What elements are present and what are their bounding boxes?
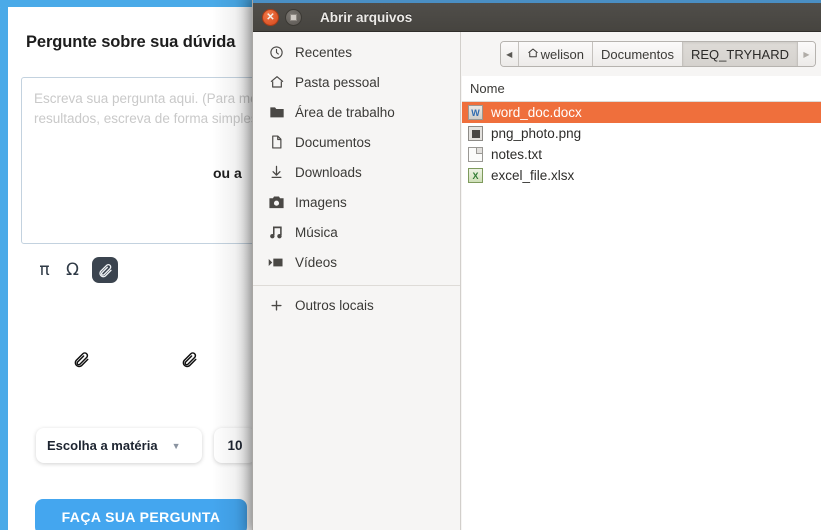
or-attach-label: ou a	[213, 165, 242, 181]
clock-icon	[268, 44, 285, 61]
home-icon	[268, 74, 285, 91]
excel-file-icon: X	[468, 168, 483, 183]
breadcrumb-item-label: welison	[540, 46, 584, 62]
text-file-icon	[468, 147, 483, 162]
file-name: png_photo.png	[491, 126, 582, 141]
close-icon: ✕	[266, 11, 275, 23]
file-list[interactable]: Nome W word_doc.docx png_photo.png notes…	[462, 76, 821, 530]
sidebar-item-label: Música	[295, 224, 338, 240]
submit-question-label: FAÇA SUA PERGUNTA	[61, 509, 221, 525]
pathbar-scroll-right-button[interactable]: ▶	[797, 42, 815, 66]
file-row-png-photo[interactable]: png_photo.png	[462, 123, 821, 144]
chevron-left-icon: ◀	[506, 49, 513, 59]
editor-toolbar: π Ω	[36, 257, 118, 283]
screen: Pergunte sobre sua dúvida Escreva sua pe…	[0, 0, 821, 530]
sidebar-item-label: Downloads	[295, 164, 362, 180]
folder-icon	[268, 104, 285, 121]
file-name: excel_file.xlsx	[491, 168, 575, 183]
sidebar-item-documentos[interactable]: Documentos	[253, 127, 460, 157]
sidebar-item-imagens[interactable]: Imagens	[253, 187, 460, 217]
maximize-button[interactable]	[285, 8, 302, 26]
sidebar-item-area-de-trabalho[interactable]: Área de trabalho	[253, 97, 460, 127]
column-header-name[interactable]: Nome	[462, 76, 821, 102]
open-files-dialog: ✕ Abrir arquivos Recentes Pasta pessoal …	[252, 0, 821, 530]
submit-question-button[interactable]: FAÇA SUA PERGUNTA	[35, 499, 247, 530]
home-icon	[527, 47, 539, 61]
sidebar-item-label: Outros locais	[295, 297, 374, 313]
dialog-title: Abrir arquivos	[320, 9, 413, 25]
word-file-icon: W	[468, 105, 483, 120]
attach-file-button[interactable]	[92, 257, 118, 283]
sidebar-item-label: Imagens	[295, 194, 347, 210]
chevron-right-icon: ▶	[803, 49, 810, 59]
sidebar-item-label: Recentes	[295, 44, 353, 60]
sidebar-item-recentes[interactable]: Recentes	[253, 37, 460, 67]
breadcrumb-item-documentos[interactable]: Documentos	[593, 42, 683, 66]
sidebar-item-label: Vídeos	[295, 254, 338, 270]
file-row-notes-txt[interactable]: notes.txt	[462, 144, 821, 165]
file-name: notes.txt	[491, 147, 543, 162]
page-left-accent-stripe	[0, 0, 8, 530]
attach-slot-2[interactable]	[180, 350, 198, 373]
file-browser-pane: ◀ welison Documentos REQ_TRYHARD ▶ Nome …	[462, 32, 821, 530]
pathbar-scroll-left-button[interactable]: ◀	[500, 42, 519, 66]
sidebar-item-musica[interactable]: Música	[253, 217, 460, 247]
points-value: 10	[227, 438, 243, 453]
paperclip-icon	[99, 264, 112, 278]
breadcrumb-item-label: REQ_TRYHARD	[690, 46, 789, 62]
sidebar-item-pasta-pessoal[interactable]: Pasta pessoal	[253, 67, 460, 97]
breadcrumb-item-req-tryhard[interactable]: REQ_TRYHARD	[682, 42, 797, 66]
breadcrumb-item-welison[interactable]: welison	[518, 42, 593, 66]
sidebar-item-videos[interactable]: Vídeos	[253, 247, 460, 277]
submission-controls: Escolha a matéria ▼ 10	[36, 428, 256, 463]
plus-icon	[268, 297, 285, 314]
sidebar-item-label: Pasta pessoal	[295, 74, 380, 90]
sidebar-item-downloads[interactable]: Downloads	[253, 157, 460, 187]
chevron-down-icon: ▼	[171, 440, 181, 451]
subject-select-label: Escolha a matéria	[47, 438, 158, 453]
paperclip-icon	[182, 352, 197, 368]
download-icon	[268, 164, 285, 181]
breadcrumb: ◀ welison Documentos REQ_TRYHARD ▶	[499, 41, 816, 67]
attach-slot-1[interactable]	[72, 350, 90, 373]
omega-symbol-button[interactable]: Ω	[64, 259, 81, 281]
subject-select[interactable]: Escolha a matéria ▼	[36, 428, 202, 463]
document-icon	[268, 134, 285, 151]
pathbar-container: ◀ welison Documentos REQ_TRYHARD ▶	[462, 32, 821, 76]
file-name: word_doc.docx	[491, 105, 582, 120]
sidebar-divider	[253, 285, 460, 286]
file-row-excel-file[interactable]: X excel_file.xlsx	[462, 165, 821, 186]
maximize-icon	[290, 13, 297, 21]
dialog-body: Recentes Pasta pessoal Área de trabalho	[253, 32, 821, 530]
paperclip-icon	[74, 352, 89, 368]
points-field[interactable]: 10	[214, 428, 256, 463]
pi-symbol-button[interactable]: π	[36, 259, 53, 281]
sidebar-item-outros-locais[interactable]: Outros locais	[253, 290, 460, 320]
sidebar-item-label: Documentos	[295, 134, 371, 150]
sidebar-item-label: Área de trabalho	[295, 104, 395, 120]
camera-icon	[268, 194, 285, 211]
file-row-word-doc[interactable]: W word_doc.docx	[462, 102, 821, 123]
breadcrumb-item-label: Documentos	[601, 46, 674, 62]
dialog-titlebar[interactable]: ✕ Abrir arquivos	[253, 3, 821, 32]
page-title: Pergunte sobre sua dúvida	[26, 33, 236, 51]
image-file-icon	[468, 126, 483, 141]
places-sidebar: Recentes Pasta pessoal Área de trabalho	[253, 32, 461, 530]
close-button[interactable]: ✕	[262, 8, 279, 26]
music-note-icon	[268, 224, 285, 241]
video-icon	[268, 254, 285, 271]
